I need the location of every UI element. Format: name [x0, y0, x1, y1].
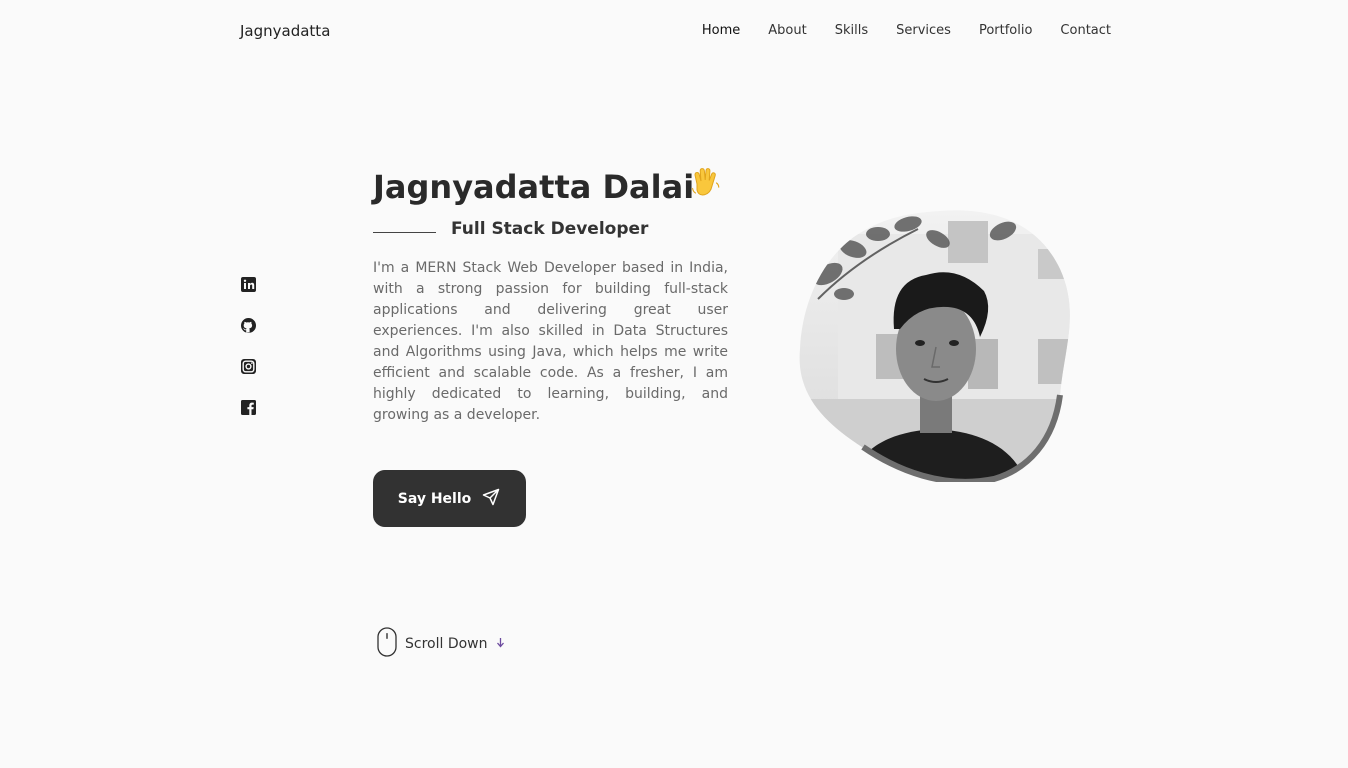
nav-portfolio[interactable]: Portfolio: [979, 23, 1032, 38]
instagram-icon[interactable]: [240, 358, 257, 375]
say-hello-label: Say Hello: [397, 490, 472, 507]
send-icon: [481, 487, 501, 511]
nav-home[interactable]: Home: [702, 23, 740, 38]
linkedin-icon[interactable]: [240, 276, 257, 293]
social-links: [240, 276, 257, 416]
scroll-down-link[interactable]: Scroll Down: [377, 627, 505, 661]
waving-hand-icon: [688, 166, 722, 204]
brand-logo[interactable]: Jagnyadatta: [240, 22, 330, 40]
say-hello-button[interactable]: Say Hello: [373, 470, 526, 527]
arrow-down-icon: [496, 637, 505, 651]
main-nav: Home About Skills Services Portfolio Con…: [702, 23, 1111, 38]
hero-name: Jagnyadatta Dalai: [373, 168, 695, 206]
mouse-icon: [377, 627, 397, 661]
profile-photo: [798, 209, 1070, 485]
scroll-down-label: Scroll Down: [405, 636, 488, 652]
nav-services[interactable]: Services: [896, 23, 951, 38]
nav-contact[interactable]: Contact: [1060, 23, 1111, 38]
hero-subtitle: Full Stack Developer: [451, 219, 649, 239]
facebook-icon[interactable]: [240, 399, 257, 416]
nav-skills[interactable]: Skills: [835, 23, 868, 38]
hero-description: I'm a MERN Stack Web Developer based in …: [373, 260, 728, 423]
subtitle-divider: [373, 232, 436, 233]
nav-about[interactable]: About: [768, 23, 806, 38]
github-icon[interactable]: [240, 317, 257, 334]
